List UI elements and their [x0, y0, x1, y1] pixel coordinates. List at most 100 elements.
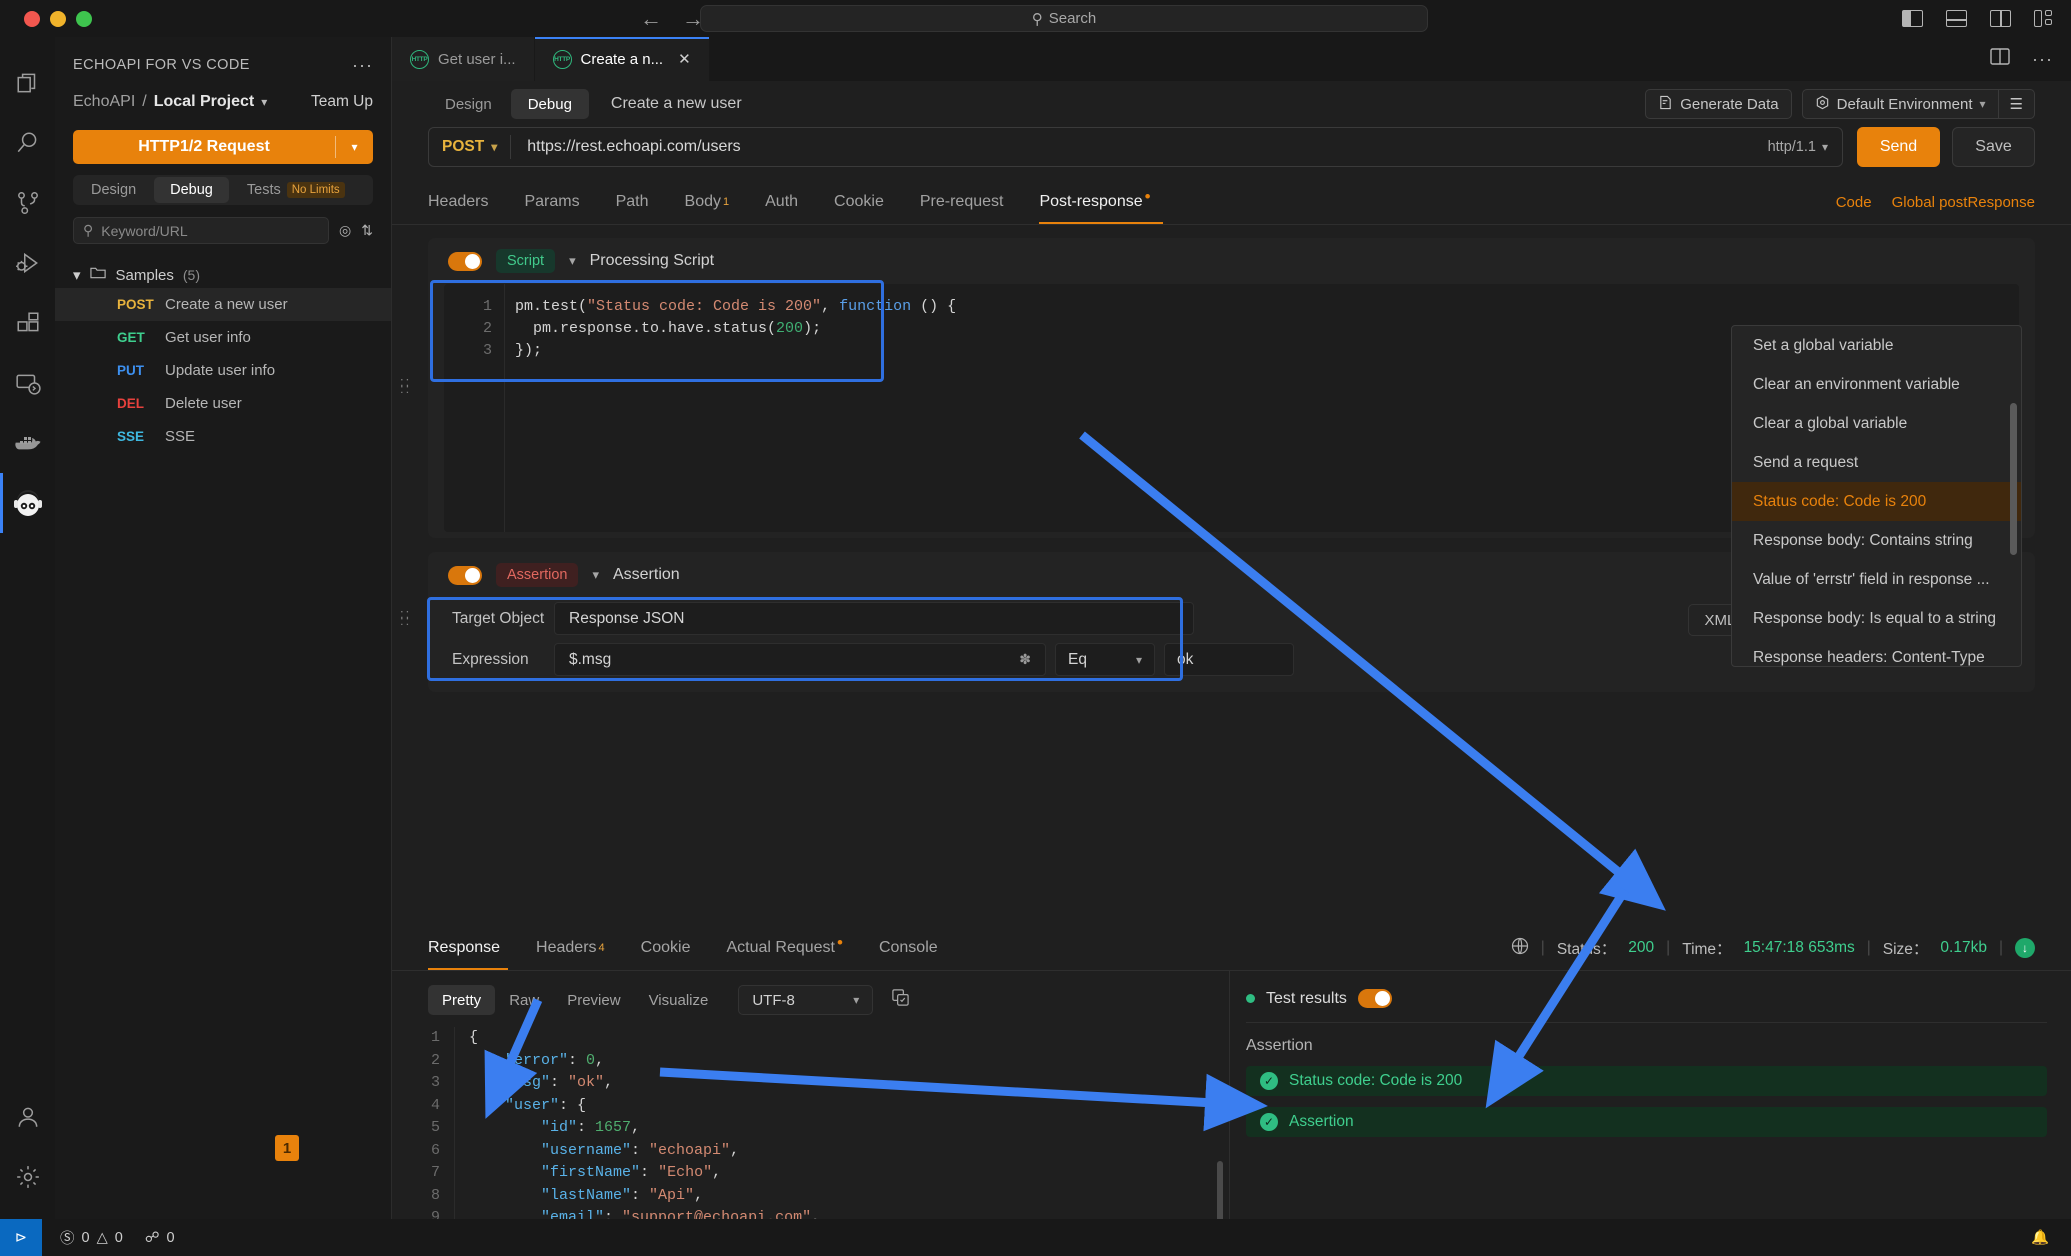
- navigation-arrows[interactable]: ← →: [640, 6, 704, 32]
- expected-value-input[interactable]: ok: [1164, 643, 1294, 676]
- menu-item[interactable]: Status code: Code is 200: [1732, 482, 2021, 521]
- menu-item[interactable]: Value of 'errstr' field in response ...: [1732, 560, 2021, 599]
- source-control-icon[interactable]: [0, 173, 55, 233]
- chevron-down-icon[interactable]: ▾: [491, 140, 497, 154]
- script-enable-toggle[interactable]: [448, 251, 482, 271]
- split-editor-icon[interactable]: [1990, 48, 2010, 70]
- tab-post-response[interactable]: Post-response •: [1021, 180, 1168, 224]
- chevron-down-icon[interactable]: ▾: [336, 140, 373, 154]
- toggle-panel-icon[interactable]: [1946, 10, 1967, 27]
- bell-icon[interactable]: 🔔: [2031, 1229, 2049, 1246]
- menu-item[interactable]: Clear a global variable: [1732, 404, 2021, 443]
- layout-toggle-group[interactable]: [1902, 10, 2055, 27]
- chevron-down-icon[interactable]: ▾: [853, 993, 859, 1007]
- window-controls[interactable]: [24, 10, 92, 27]
- toggle-primary-sidebar-icon[interactable]: [1902, 10, 1923, 27]
- editor-tab-create-a-new-user[interactable]: HTTP Create a n... ✕: [534, 37, 710, 81]
- dropdown-scrollbar[interactable]: [2010, 403, 2017, 555]
- hamburger-menu-icon[interactable]: ☰: [1998, 89, 2035, 119]
- tab-path[interactable]: Path: [598, 180, 667, 224]
- assertion-enable-toggle[interactable]: [448, 565, 482, 585]
- team-up-button[interactable]: Team Up: [311, 93, 373, 111]
- ports-indicator[interactable]: ☍ 0: [145, 1230, 175, 1246]
- protocol-selector[interactable]: http/1.1 ▾: [1768, 139, 1842, 155]
- code-link[interactable]: Code: [1836, 194, 1872, 211]
- chevron-down-icon[interactable]: ▾: [592, 567, 599, 583]
- menu-item[interactable]: Response headers: Content-Type: [1732, 638, 2021, 666]
- tab-pre-request[interactable]: Pre-request: [902, 180, 1022, 224]
- drag-handle[interactable]: ::::: [400, 607, 411, 627]
- magic-wand-icon[interactable]: ✽: [1019, 651, 1031, 668]
- test-results-toggle[interactable]: [1357, 989, 1392, 1008]
- tab-cookie[interactable]: Cookie: [816, 180, 902, 224]
- format-raw[interactable]: Raw: [495, 985, 553, 1015]
- problems-indicator[interactable]: Ⓢ 0 △ 0: [60, 1227, 123, 1248]
- search-input[interactable]: ⚲ Keyword/URL: [73, 217, 330, 244]
- list-item[interactable]: ✓ Assertion: [1246, 1107, 2047, 1137]
- extensions-icon[interactable]: [0, 293, 55, 353]
- editor-tab-get-user-info[interactable]: HTTP Get user i...: [392, 37, 535, 81]
- url-input[interactable]: https://rest.echoapi.com/users: [511, 138, 1767, 156]
- chevron-down-icon[interactable]: ▾: [261, 95, 267, 109]
- script-snippet-dropdown[interactable]: Set a global variable Clear an environmen…: [1731, 325, 2022, 667]
- breadcrumb-root[interactable]: EchoAPI: [73, 93, 135, 111]
- chevron-down-icon[interactable]: ▾: [73, 266, 81, 284]
- operator-selector[interactable]: Eq ▾: [1055, 643, 1155, 676]
- close-icon[interactable]: ✕: [678, 50, 691, 68]
- menu-item[interactable]: Send a request: [1732, 443, 2021, 482]
- generate-data-button[interactable]: Generate Data: [1645, 89, 1792, 119]
- chevron-down-icon[interactable]: ▾: [1136, 653, 1142, 667]
- list-item[interactable]: POST Create a new user: [55, 288, 391, 321]
- tab-console[interactable]: Console: [861, 926, 956, 970]
- tab-auth[interactable]: Auth: [747, 180, 816, 224]
- global-search-input[interactable]: ⚲ Search: [700, 5, 1428, 32]
- json-viewer[interactable]: 123456789 { "error": 0, "msg": "ok", "us…: [392, 1027, 1229, 1230]
- global-post-response-link[interactable]: Global postResponse: [1892, 194, 2035, 211]
- docker-icon[interactable]: [0, 413, 55, 473]
- sort-icon[interactable]: ⇅: [361, 222, 373, 239]
- breadcrumb-current[interactable]: Local Project: [154, 93, 254, 111]
- search-icon[interactable]: [0, 113, 55, 173]
- run-and-debug-icon[interactable]: [0, 233, 55, 293]
- menu-item[interactable]: Response body: Is equal to a string: [1732, 599, 2021, 638]
- json-content[interactable]: { "error": 0, "msg": "ok", "user": { "id…: [454, 1027, 1229, 1230]
- echoapi-icon[interactable]: [0, 473, 55, 533]
- format-visualize[interactable]: Visualize: [635, 985, 723, 1015]
- notification-badge[interactable]: 1: [275, 1135, 299, 1161]
- expression-input[interactable]: $.msg ✽: [554, 643, 1046, 676]
- sidebar-tab-design[interactable]: Design: [75, 177, 152, 203]
- format-pretty[interactable]: Pretty: [428, 985, 496, 1015]
- sidebar-mode-tabs[interactable]: Design Debug Tests No Limits: [73, 175, 373, 205]
- toggle-secondary-sidebar-icon[interactable]: [1990, 10, 2011, 27]
- tab-params[interactable]: Params: [506, 180, 597, 224]
- tab-cookie[interactable]: Cookie: [623, 926, 709, 970]
- remote-explorer-icon[interactable]: [0, 353, 55, 413]
- chevron-down-icon[interactable]: ▾: [569, 253, 576, 269]
- sidebar-tab-debug[interactable]: Debug: [154, 177, 229, 203]
- send-button[interactable]: Send: [1857, 127, 1940, 167]
- minimize-window-button[interactable]: [50, 10, 66, 27]
- drag-handle[interactable]: ::::: [400, 375, 411, 395]
- list-item[interactable]: DEL Delete user: [55, 387, 391, 420]
- side-panel-more-icon[interactable]: ···: [352, 55, 373, 76]
- settings-gear-icon[interactable]: [0, 1147, 55, 1207]
- tab-response[interactable]: Response: [428, 926, 518, 970]
- target-object-input[interactable]: Response JSON: [554, 602, 1194, 635]
- list-item[interactable]: GET Get user info: [55, 321, 391, 354]
- request-mode-tabs[interactable]: Design Debug: [428, 89, 589, 119]
- new-http-request-button[interactable]: HTTP1/2 Request ▾: [73, 130, 373, 164]
- accounts-icon[interactable]: [0, 1087, 55, 1147]
- menu-item[interactable]: Set a global variable: [1732, 326, 2021, 365]
- format-preview[interactable]: Preview: [553, 985, 634, 1015]
- customize-layout-icon[interactable]: [2034, 10, 2055, 27]
- maximize-window-button[interactable]: [76, 10, 92, 27]
- method-selector[interactable]: POST ▾: [429, 138, 510, 156]
- download-icon[interactable]: ↓: [2015, 938, 2035, 958]
- sidebar-tab-tests[interactable]: Tests No Limits: [231, 177, 361, 203]
- arrow-left-icon[interactable]: ←: [640, 6, 662, 32]
- copy-icon[interactable]: [891, 988, 910, 1012]
- environment-selector[interactable]: Default Environment ▾: [1801, 89, 1999, 119]
- tab-actual-request[interactable]: Actual Request •: [708, 926, 860, 970]
- explorer-icon[interactable]: [0, 53, 55, 113]
- tree-folder-samples[interactable]: ▾ Samples (5): [55, 262, 391, 288]
